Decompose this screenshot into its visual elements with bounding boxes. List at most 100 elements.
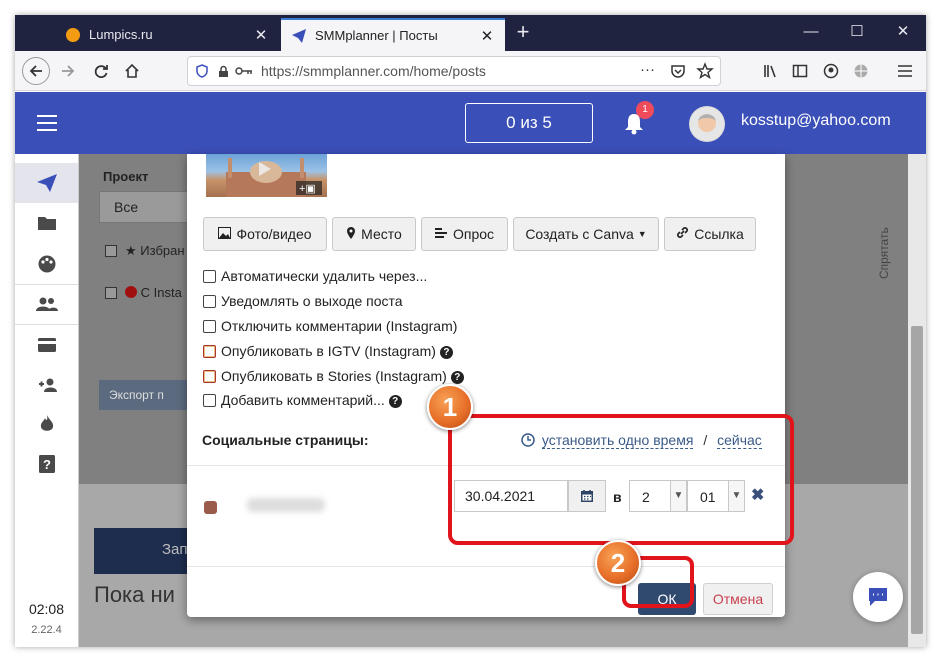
notify-checkbox[interactable] (203, 295, 216, 308)
lumpics-favicon-icon (65, 27, 81, 43)
igtv-label: Опубликовать в IGTV (Instagram)? (221, 343, 453, 359)
photo-video-label: Фото/видео (236, 226, 312, 242)
svg-text:+▣: +▣ (299, 183, 316, 195)
folder-icon[interactable] (35, 212, 59, 234)
question-icon[interactable]: ? (450, 371, 464, 384)
link-label: Ссылка (694, 226, 744, 242)
close-tab-icon[interactable]: ✕ (253, 26, 269, 44)
step-1-badge: 1 (427, 384, 473, 430)
photo-video-button[interactable]: Фото/видео (203, 217, 327, 251)
notification-badge: 1 (636, 101, 654, 119)
social-pages-label: Социальные страницы: (202, 432, 369, 448)
stories-checkbox[interactable] (203, 370, 216, 383)
hamburger-menu-icon[interactable] (37, 115, 57, 131)
user-email[interactable]: kosstup@yahoo.com (741, 112, 891, 130)
app-sidebar: ? 02:08 2.22.4 (15, 154, 79, 647)
add-comment-label: Добавить комментарий...? (221, 392, 402, 408)
stories-label: Опубликовать в Stories (Instagram)? (221, 368, 464, 384)
favorites-checkbox[interactable] (105, 245, 117, 257)
help-icon[interactable]: ? (35, 453, 59, 475)
address-bar[interactable]: https://smmplanner.com/home/posts ··· (187, 56, 721, 86)
reload-icon[interactable] (87, 57, 115, 85)
shield-icon[interactable] (196, 64, 208, 78)
poll-button[interactable]: Опрос (421, 217, 508, 251)
svg-text:?: ? (43, 457, 51, 472)
avatar[interactable] (689, 106, 725, 142)
url-text: https://smmplanner.com/home/posts (261, 63, 486, 79)
close-window-icon[interactable]: ✕ (880, 15, 926, 51)
bookmark-star-icon[interactable] (696, 62, 714, 83)
vpn-icon[interactable] (847, 57, 875, 85)
auto-delete-label: Автоматически удалить через... (221, 268, 428, 284)
cancel-button[interactable]: Отмена (703, 583, 773, 615)
card-icon[interactable] (35, 334, 59, 356)
image-icon (218, 226, 232, 242)
project-label: Проект (103, 169, 149, 184)
tab-smmplanner[interactable]: SMMplanner | Посты ✕ (281, 18, 505, 51)
add-user-icon[interactable] (35, 374, 59, 396)
maximize-icon[interactable]: ☐ (834, 15, 880, 51)
more-icon[interactable]: ··· (640, 61, 655, 78)
hide-panel-link[interactable]: Спрятать (877, 227, 891, 279)
disable-comments-label: Отключить комментарии (Instagram) (221, 318, 458, 334)
igtv-checkbox[interactable] (203, 345, 216, 358)
scroll-thumb[interactable] (911, 326, 923, 634)
auto-delete-checkbox[interactable] (203, 270, 216, 283)
place-button[interactable]: Место (332, 217, 416, 251)
export-button[interactable]: Экспорт п (99, 380, 195, 410)
place-label: Место (361, 226, 402, 242)
tab-bar: Lumpics.ru ✕ SMMplanner | Посты ✕ + — ☐ … (15, 15, 926, 51)
map-marker-icon (346, 226, 356, 243)
notify-label: Уведомлять о выходе поста (221, 293, 403, 309)
tab-title: Lumpics.ru (89, 27, 153, 42)
tab-title: SMMplanner | Посты (315, 28, 438, 43)
instagram-filter-checkbox[interactable] (105, 287, 117, 299)
media-thumbnail[interactable]: +▣ (206, 154, 327, 197)
caret-down-icon: ▼ (637, 229, 647, 239)
favorites-label: ★ Избран (125, 243, 185, 258)
add-comment-checkbox[interactable] (203, 394, 216, 407)
chat-button[interactable] (853, 572, 903, 622)
users-icon[interactable] (35, 293, 59, 315)
empty-state-text: Пока ни (94, 582, 175, 607)
canva-label: Создать с Canva (525, 226, 634, 242)
account-name-blurred (247, 498, 325, 512)
back-icon[interactable] (22, 57, 50, 85)
library-icon[interactable] (757, 57, 785, 85)
chat-icon (869, 588, 887, 606)
navigation-bar: https://smmplanner.com/home/posts ··· (15, 51, 926, 91)
pocket-icon[interactable] (670, 63, 686, 82)
divider (187, 566, 785, 567)
browser-window: Lumpics.ru ✕ SMMplanner | Посты ✕ + — ☐ … (15, 15, 926, 647)
key-icon[interactable] (235, 66, 253, 76)
link-button[interactable]: Ссылка (664, 217, 756, 251)
instagram-icon (204, 501, 217, 514)
poll-label: Опрос (452, 226, 495, 242)
send-icon[interactable] (15, 163, 78, 203)
page-scrollbar[interactable] (908, 154, 926, 647)
disable-comments-checkbox[interactable] (203, 320, 216, 333)
lock-icon[interactable] (218, 65, 229, 78)
app-header: 0 из 5 1 kosstup@yahoo.com (15, 92, 926, 154)
poll-icon (434, 227, 448, 242)
close-tab-icon[interactable]: ✕ (479, 27, 495, 45)
step-2-badge: 2 (595, 540, 641, 586)
question-icon[interactable]: ? (388, 395, 402, 408)
fire-icon[interactable] (35, 413, 59, 435)
current-time: 02:08 (28, 601, 65, 617)
minimize-icon[interactable]: — (788, 15, 834, 51)
account-icon[interactable] (817, 57, 845, 85)
instagram-filter-label: С Insta (125, 285, 182, 300)
posts-counter-button[interactable]: 0 из 5 (465, 103, 593, 143)
home-icon[interactable] (118, 57, 146, 85)
forward-icon[interactable] (54, 57, 82, 85)
tab-lumpics[interactable]: Lumpics.ru ✕ (55, 18, 279, 51)
palette-icon[interactable] (35, 253, 59, 275)
menu-icon[interactable] (891, 57, 919, 85)
question-icon[interactable]: ? (439, 346, 453, 359)
highlight-datetime-box (448, 414, 794, 545)
canva-button[interactable]: Создать с Canva ▼ (513, 217, 659, 251)
sidebar-toggle-icon[interactable] (786, 57, 814, 85)
new-tab-icon[interactable]: + (511, 21, 535, 45)
link-icon (676, 226, 689, 242)
